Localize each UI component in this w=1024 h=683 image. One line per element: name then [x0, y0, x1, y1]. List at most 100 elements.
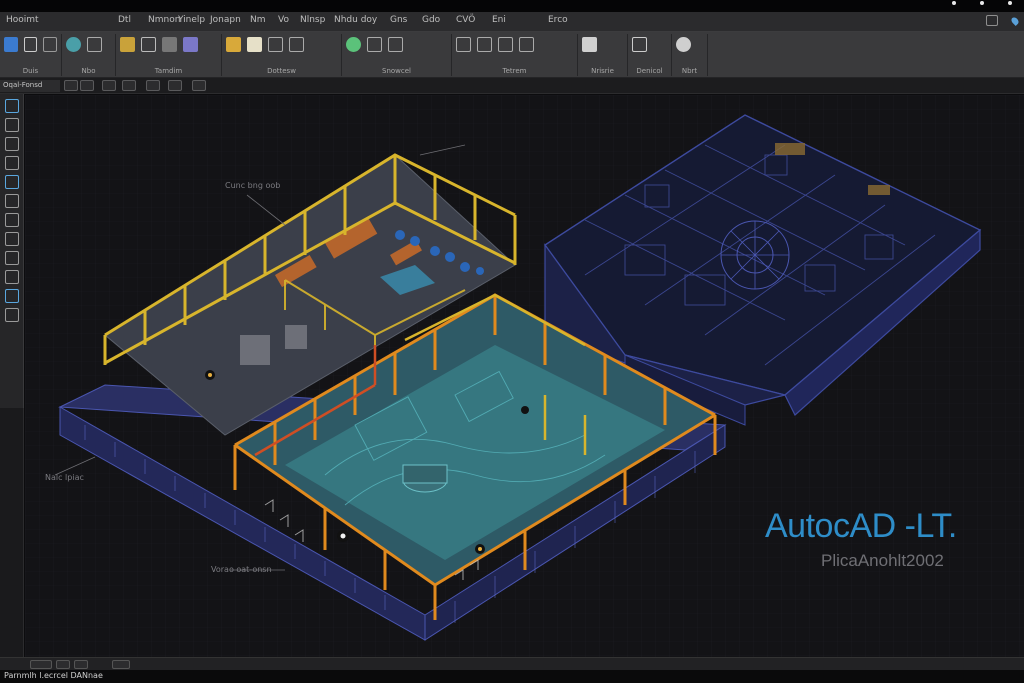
line-tool-icon[interactable]	[4, 37, 18, 52]
quick-calc-icon[interactable]	[4, 270, 19, 284]
blocks-icon[interactable]	[4, 156, 19, 170]
globe-icon[interactable]	[66, 37, 81, 52]
maximize-dot-icon[interactable]	[980, 1, 984, 5]
brand-subtitle: PlicaAnohlt2002	[821, 551, 944, 570]
menubar-tools	[986, 15, 1020, 26]
layout-tab[interactable]	[74, 660, 88, 669]
markup-icon[interactable]	[4, 251, 19, 265]
ribbon-panel-label: Tetrem	[502, 67, 527, 75]
match-icon[interactable]	[289, 37, 304, 52]
tab-button[interactable]	[64, 80, 78, 91]
ribbon-panel-label: Snowcel	[382, 67, 411, 75]
text-icon[interactable]	[141, 37, 156, 52]
menu-item[interactable]: Hooimt	[6, 15, 39, 25]
arc-tool-icon[interactable]	[43, 37, 57, 52]
model-tab[interactable]	[30, 660, 52, 669]
dimension-icon[interactable]	[162, 37, 177, 52]
close-dot-icon[interactable]	[1008, 1, 1012, 5]
title-bar	[0, 0, 1024, 12]
table-icon[interactable]	[183, 37, 198, 52]
ribbon-panel-groups: Nrisrie	[578, 34, 628, 76]
ribbon-panel-draw: Duis	[0, 34, 62, 76]
menu-item[interactable]: Gdo	[422, 15, 440, 25]
drawing-viewport[interactable]: Cunc bng oob Nalc lpiac Vorao oat-onsn A…	[25, 95, 1024, 657]
ribbon-panel-annotate: Tamdim	[116, 34, 222, 76]
view-icon[interactable]	[676, 37, 691, 52]
status-bar: Parnmlh l.ecrcel DANnae	[0, 670, 1024, 683]
tab-button[interactable]	[122, 80, 136, 91]
layer-state-icon[interactable]	[247, 37, 262, 52]
design-center-icon[interactable]	[4, 194, 19, 208]
rotate-icon[interactable]	[477, 37, 492, 52]
layout-tab[interactable]	[56, 660, 70, 669]
file-tab[interactable]: Oqal-Fonsd	[0, 80, 60, 92]
ribbon-panel-label: Nrisrie	[591, 67, 614, 75]
tab-button[interactable]	[80, 80, 94, 91]
file-tab-label: Oqal-Fonsd	[3, 81, 43, 89]
menu-item[interactable]: Nhdu doy	[334, 15, 377, 25]
edit-block-icon[interactable]	[388, 37, 403, 52]
measure-icon[interactable]	[632, 37, 647, 52]
menu-item[interactable]: CVÖ	[456, 15, 475, 25]
layer-icon[interactable]	[226, 37, 241, 52]
group-icon[interactable]	[582, 37, 597, 52]
scale-icon[interactable]	[519, 37, 534, 52]
ribbon-panel-label: Nbrt	[681, 67, 698, 75]
ribbon-panel-label: Duis	[22, 67, 39, 75]
mirror-icon[interactable]	[498, 37, 513, 52]
menu-item[interactable]: Yinelp	[178, 15, 205, 25]
external-ref-icon[interactable]	[4, 289, 19, 303]
match-properties-icon[interactable]	[456, 37, 471, 52]
left-panel-lower	[0, 408, 24, 658]
tab-button[interactable]	[168, 80, 182, 91]
create-block-icon[interactable]	[367, 37, 382, 52]
ribbon-panel-label: Nbo	[81, 67, 96, 75]
ribbon-panel-label: Dottesw	[267, 67, 296, 75]
drop-icon[interactable]	[1010, 15, 1020, 26]
status-text: Parnmlh l.ecrcel DANnae	[4, 671, 103, 680]
menu-item[interactable]: Vo	[278, 15, 289, 25]
ribbon-panel-block: Snowcel	[342, 34, 452, 76]
menu-item[interactable]: Nlnsp	[300, 15, 325, 25]
palette-icon[interactable]	[4, 175, 19, 189]
ribbon-panel-view: Nbrt	[672, 34, 708, 76]
polyline-tool-icon[interactable]	[23, 37, 38, 52]
window-controls[interactable]	[952, 1, 1012, 5]
menu-item[interactable]: Erco	[548, 15, 568, 25]
select-icon[interactable]	[4, 99, 19, 113]
layout-tab[interactable]	[112, 660, 130, 669]
left-toolbar	[0, 94, 24, 408]
print-icon[interactable]	[4, 308, 19, 322]
menu-item[interactable]: Nmnon	[148, 15, 180, 25]
sheet-set-icon[interactable]	[4, 232, 19, 246]
folder-icon[interactable]	[120, 37, 135, 52]
minimize-dot-icon[interactable]	[952, 1, 956, 5]
floor-annotation: Vorao oat-onsn	[211, 565, 272, 574]
ribbon-panel-layers: Dottesw	[222, 34, 342, 76]
tab-button[interactable]	[102, 80, 116, 91]
brand-title: AutocAD -LT.	[765, 507, 957, 545]
ribbon-panel-properties: Tetrem	[452, 34, 578, 76]
ribbon-panel-modify: Nbo	[62, 34, 116, 76]
tab-button[interactable]	[192, 80, 206, 91]
menu-bar: Hooimt Dtl Nmnon Yinelp Jonapn Nm Vo Nln…	[0, 12, 1024, 32]
menu-item[interactable]: Gns	[390, 15, 407, 25]
window-icon[interactable]	[986, 15, 998, 26]
ribbon-panel-utilities: Denicol	[628, 34, 672, 76]
ribbon: Duis Nbo Tamdim Dottesw Snowcel Tetrem N…	[0, 32, 1024, 78]
menu-item[interactable]: Dtl	[118, 15, 131, 25]
properties-icon[interactable]	[4, 118, 19, 132]
tab-button[interactable]	[146, 80, 160, 91]
menu-item[interactable]: Nm	[250, 15, 266, 25]
tool-palette-icon[interactable]	[4, 213, 19, 227]
insert-block-icon[interactable]	[346, 37, 361, 52]
move-icon[interactable]	[87, 37, 102, 52]
drawing-tab-strip: Oqal-Fonsd	[0, 78, 1024, 94]
side-annotation: Nalc lpiac	[45, 473, 84, 482]
room-annotation: Cunc bng oob	[225, 181, 281, 190]
ribbon-panel-label: Tamdim	[154, 67, 183, 75]
menu-item[interactable]: Jonapn	[210, 15, 241, 25]
pencil-icon[interactable]	[268, 37, 283, 52]
menu-item[interactable]: Eni	[492, 15, 506, 25]
layers-icon[interactable]	[4, 137, 19, 151]
